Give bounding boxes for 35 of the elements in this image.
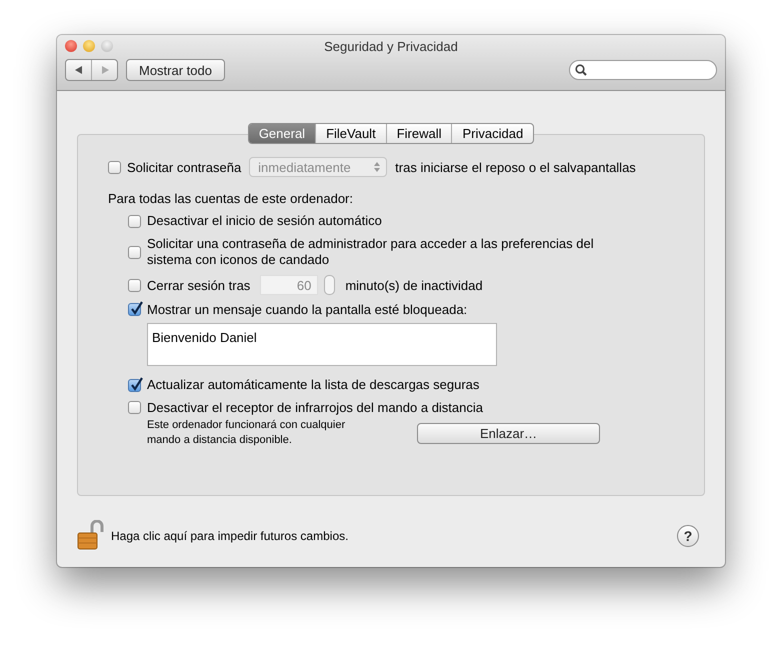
window-title: Seguridad y Privacidad: [324, 38, 458, 54]
pair-button[interactable]: Enlazar…: [417, 422, 600, 444]
search-field[interactable]: [569, 60, 717, 80]
checkbox-label: Solicitar una contraseña de administrador para acceder a las preferencias del sistema con iconos de candado: [147, 236, 595, 268]
checkbox[interactable]: [108, 160, 121, 174]
checkbox[interactable]: [128, 303, 141, 316]
note-text: Este ordenador funcionará con cualquier mando a distancia disponible.: [147, 418, 346, 448]
search-icon: [575, 64, 587, 76]
right-triangle-icon: [100, 65, 110, 75]
padlock-icon[interactable]: [77, 520, 105, 552]
checkbox[interactable]: [128, 246, 141, 258]
show-all-button[interactable]: Mostrar todo: [126, 59, 225, 81]
checkbox-label: Actualizar automáticamente la lista de descargas seguras: [147, 377, 480, 393]
checkbox-label: Cerrar sesión tras: [147, 278, 250, 292]
checkbox[interactable]: [128, 214, 141, 228]
option-text: minuto(s) de inactividad: [345, 278, 483, 292]
checkbox[interactable]: [128, 378, 141, 392]
checkbox-label: Mostrar un mensaje cuando la pantalla esté bloqueada:: [147, 302, 468, 317]
stepper[interactable]: [324, 275, 336, 295]
checkbox-label: Solicitar contraseña: [127, 160, 242, 174]
lock-message: Haga clic aquí para impedir futuros cambios.: [111, 529, 350, 543]
tab[interactable]: General: [248, 124, 316, 143]
tab[interactable]: FileVault: [315, 124, 386, 143]
close-icon[interactable]: [65, 40, 77, 52]
updown-arrows-icon: [374, 162, 380, 172]
left-triangle-icon: [74, 65, 84, 75]
tab[interactable]: Firewall: [386, 124, 452, 143]
checkbox-label: Desactivar el receptor de infrarrojos del mando a distancia: [147, 400, 484, 415]
checkbox[interactable]: [128, 401, 141, 414]
message-field[interactable]: Bienvenido Daniel: [147, 323, 497, 366]
section-heading: Para todas las cuentas de este ordenador:: [108, 191, 354, 206]
checkbox[interactable]: [128, 278, 141, 292]
checkbox-label: Desactivar el inicio de sesión automático: [147, 213, 383, 229]
help-button[interactable]: ?: [677, 525, 699, 547]
option-text: tras iniciarse el reposo o el salvapantallas: [395, 160, 636, 174]
